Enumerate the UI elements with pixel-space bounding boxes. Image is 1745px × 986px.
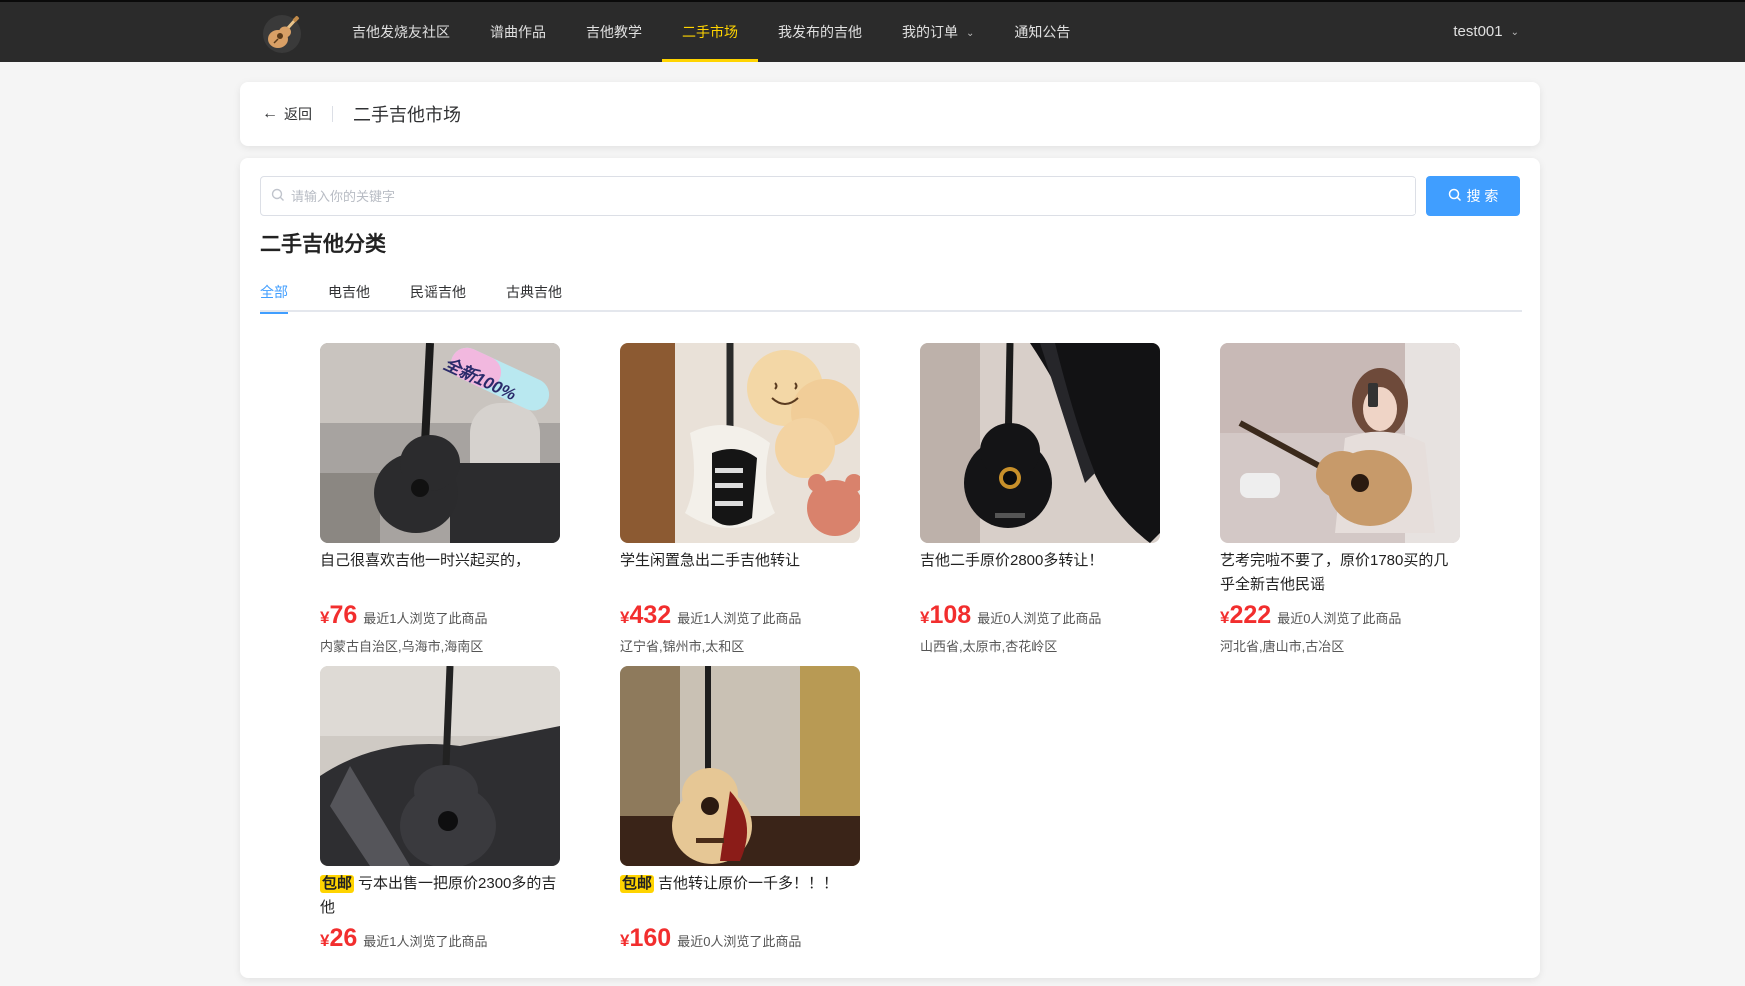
- back-label: 返回: [284, 106, 312, 122]
- tab-electric[interactable]: 电吉他: [328, 272, 370, 312]
- product-title: 学生闲置急出二手吉他转让: [620, 549, 860, 597]
- product-card[interactable]: 包邮 吉他转让原价一千多！！！ ¥ 160 最近0人浏览了此商品: [620, 666, 860, 986]
- nav-label: 我的订单: [902, 24, 958, 40]
- product-price: 222: [1229, 601, 1272, 629]
- search-box: [260, 176, 1416, 216]
- category-title: 二手吉他分类: [260, 233, 386, 256]
- product-price: 76: [329, 601, 358, 629]
- search-bar: 搜 索: [260, 176, 1522, 216]
- view-count: 最近1人浏览了此商品: [363, 611, 488, 626]
- top-navbar: 吉他发烧友社区 谱曲作品 吉他教学 二手市场 我发布的吉他 我的订单 ⌄ 通知公告…: [0, 0, 1745, 62]
- tab-all[interactable]: 全部: [260, 272, 288, 314]
- product-title-text: 自己很喜欢吉他一时兴起买的，: [320, 552, 531, 569]
- product-image[interactable]: [620, 343, 860, 543]
- nav-label: 通知公告: [1014, 24, 1071, 40]
- tab-folk[interactable]: 民谣吉他: [410, 272, 466, 312]
- nav-label: 吉他发烧友社区: [352, 24, 450, 40]
- product-price: 432: [629, 601, 672, 629]
- view-count: 最近0人浏览了此商品: [977, 611, 1102, 626]
- product-title-text: 吉他二手原价2800多转让！: [920, 552, 1104, 569]
- search-icon: [1448, 188, 1462, 205]
- user-menu[interactable]: test001 ⌄: [1453, 2, 1519, 62]
- product-title-text: 艺考完啦不要了，原价1780买的几乎全新吉他民谣: [1220, 552, 1449, 593]
- market-panel: 搜 索 二手吉他分类 全部 电吉他 民谣吉他 古典吉他: [240, 158, 1540, 978]
- view-count: 最近0人浏览了此商品: [677, 934, 802, 949]
- product-title: 自己很喜欢吉他一时兴起买的，: [320, 549, 560, 597]
- nav-announcements[interactable]: 通知公告: [994, 2, 1090, 62]
- nav-my-guitars[interactable]: 我发布的吉他: [758, 2, 882, 62]
- product-card[interactable]: 学生闲置急出二手吉他转让 ¥ 432 最近1人浏览了此商品 辽宁省,锦州市,太和…: [620, 343, 860, 663]
- nav-community[interactable]: 吉他发烧友社区: [332, 2, 470, 62]
- category-tabs: 全部 电吉他 民谣吉他 古典吉他: [260, 272, 1522, 314]
- product-card[interactable]: 吉他二手原价2800多转让！ ¥ 108 最近0人浏览了此商品 山西省,太原市,…: [920, 343, 1160, 663]
- search-icon: [271, 188, 287, 205]
- product-price: 26: [329, 924, 358, 952]
- currency-symbol: ¥: [320, 931, 330, 950]
- nav-label: 谱曲作品: [490, 24, 546, 40]
- product-location: 辽宁省,锦州市,太和区: [620, 639, 745, 654]
- tab-classical[interactable]: 古典吉他: [506, 272, 562, 312]
- product-image[interactable]: [1220, 343, 1460, 543]
- product-title: 包邮 亏本出售一把原价2300多的吉他: [320, 872, 560, 920]
- divider: [332, 106, 333, 122]
- arrow-left-icon: ←: [262, 105, 278, 122]
- product-image[interactable]: 全新100%: [320, 343, 560, 543]
- price-row: ¥ 26 最近1人浏览了此商品: [320, 924, 560, 953]
- product-location: 河北省,唐山市,古冶区: [1220, 639, 1345, 654]
- chevron-down-icon: ⌄: [1510, 27, 1519, 38]
- currency-symbol: ¥: [920, 608, 930, 627]
- search-button-label: 搜 索: [1466, 188, 1499, 204]
- currency-symbol: ¥: [320, 608, 330, 627]
- product-location: 内蒙古自治区,乌海市,海南区: [320, 639, 484, 654]
- product-title: 吉他二手原价2800多转让！: [920, 549, 1160, 597]
- product-card[interactable]: 艺考完啦不要了，原价1780买的几乎全新吉他民谣 ¥ 222 最近0人浏览了此商…: [1220, 343, 1460, 663]
- nav-label: 二手市场: [682, 24, 738, 40]
- nav-compositions[interactable]: 谱曲作品: [470, 2, 566, 62]
- product-image[interactable]: [620, 666, 860, 866]
- page-title: 二手吉他市场: [353, 105, 461, 125]
- currency-symbol: ¥: [1220, 608, 1230, 627]
- product-price: 108: [929, 601, 972, 629]
- product-title-text: 吉他转让原价一千多！！！: [658, 875, 839, 892]
- product-image[interactable]: [920, 343, 1160, 543]
- product-location: 山西省,太原市,杏花岭区: [920, 639, 1058, 654]
- chevron-down-icon: ⌄: [966, 28, 975, 39]
- product-title: 包邮 吉他转让原价一千多！！！: [620, 872, 860, 920]
- product-image[interactable]: [320, 666, 560, 866]
- product-title-text: 亏本出售一把原价2300多的吉他: [320, 875, 557, 916]
- nav-label: 我发布的吉他: [778, 24, 862, 40]
- price-row: ¥ 108 最近0人浏览了此商品: [920, 601, 1160, 630]
- page-header: ← 返回 二手吉他市场: [240, 82, 1540, 146]
- main-nav: 吉他发烧友社区 谱曲作品 吉他教学 二手市场 我发布的吉他 我的订单 ⌄ 通知公告: [332, 2, 1090, 62]
- free-shipping-badge: 包邮: [620, 875, 655, 893]
- search-button[interactable]: 搜 索: [1426, 176, 1520, 216]
- username: test001: [1453, 23, 1503, 40]
- currency-symbol: ¥: [620, 931, 630, 950]
- price-row: ¥ 432 最近1人浏览了此商品: [620, 601, 860, 630]
- guitar-icon[interactable]: [262, 14, 302, 54]
- price-row: ¥ 160 最近0人浏览了此商品: [620, 924, 860, 953]
- price-row: ¥ 76 最近1人浏览了此商品: [320, 601, 560, 630]
- free-shipping-badge: 包邮: [320, 875, 355, 893]
- product-price: 160: [629, 924, 672, 952]
- product-card[interactable]: 全新100% 自己很喜欢吉他一时兴起买的， ¥ 76 最近1人浏览了此商品 内蒙…: [320, 343, 560, 663]
- nav-my-orders[interactable]: 我的订单 ⌄: [882, 2, 994, 62]
- nav-second-hand-market[interactable]: 二手市场: [662, 2, 758, 62]
- view-count: 最近1人浏览了此商品: [677, 611, 802, 626]
- currency-symbol: ¥: [620, 608, 630, 627]
- product-title: 艺考完啦不要了，原价1780买的几乎全新吉他民谣: [1220, 549, 1460, 597]
- nav-teaching[interactable]: 吉他教学: [566, 2, 662, 62]
- product-card[interactable]: 包邮 亏本出售一把原价2300多的吉他 ¥ 26 最近1人浏览了此商品: [320, 666, 560, 986]
- product-title-text: 学生闲置急出二手吉他转让: [620, 552, 801, 569]
- search-input[interactable]: [291, 178, 1415, 214]
- back-button[interactable]: ← 返回: [262, 104, 312, 124]
- view-count: 最近0人浏览了此商品: [1277, 611, 1402, 626]
- view-count: 最近1人浏览了此商品: [363, 934, 488, 949]
- nav-label: 吉他教学: [586, 24, 642, 40]
- price-row: ¥ 222 最近0人浏览了此商品: [1220, 601, 1460, 630]
